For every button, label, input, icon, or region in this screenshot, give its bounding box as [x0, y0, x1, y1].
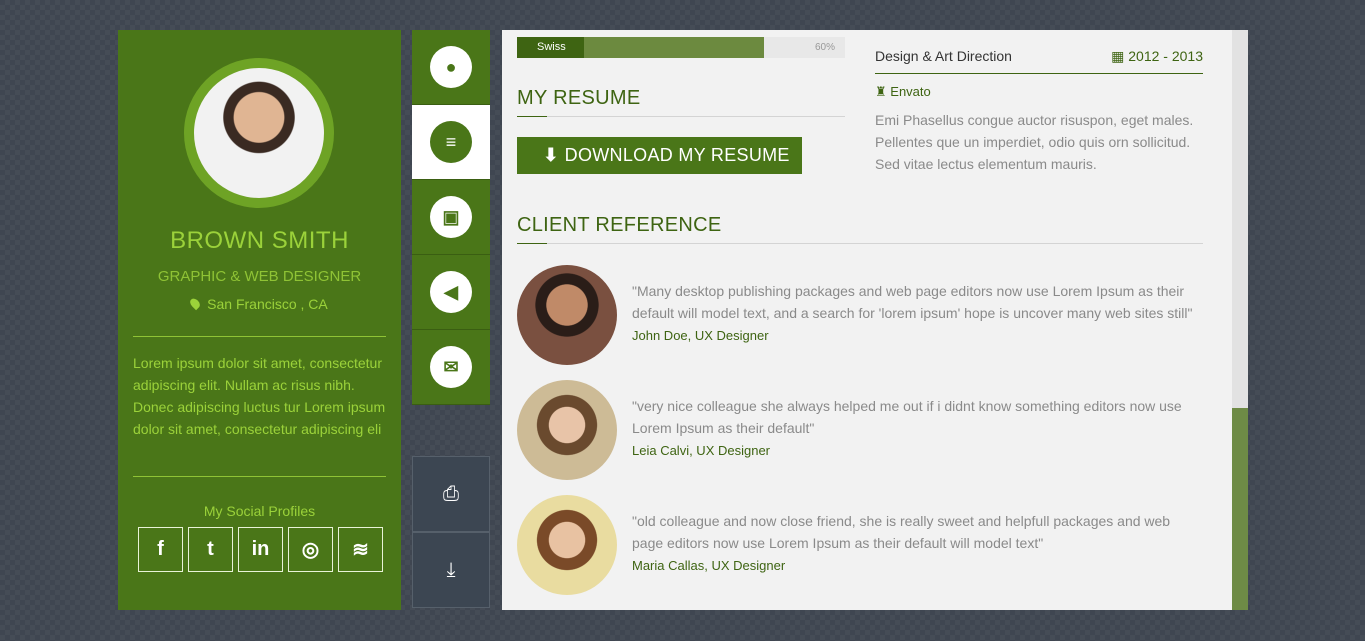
heading-underline — [517, 116, 845, 117]
skill-bar-fill — [584, 37, 764, 58]
reference-author: John Doe, UX Designer — [632, 328, 769, 343]
profile-name: BROWN SMITH — [170, 227, 349, 254]
references-heading: CLIENT REFERENCE — [517, 214, 722, 236]
calendar-icon: ▦ — [1111, 48, 1129, 64]
download-resume-button[interactable]: ⬇ DOWNLOAD MY RESUME — [517, 137, 802, 174]
reference-item: "old colleague and now close friend, she… — [517, 495, 1203, 595]
avatar-ring — [184, 58, 334, 208]
nav-item-profile[interactable]: ● — [412, 30, 490, 105]
experience-dates: ▦ 2012 - 2013 — [1111, 48, 1203, 65]
reference-quote: "old colleague and now close friend, she… — [632, 513, 1171, 551]
location-text: San Francisco , CA — [207, 296, 328, 312]
experience-dates-text: 2012 - 2013 — [1128, 48, 1203, 64]
stack-icon[interactable]: ≋ — [338, 527, 383, 572]
megaphone-icon: ◀ — [430, 271, 472, 313]
dribbble-icon[interactable]: ◎ — [288, 527, 333, 572]
nav-item-contact[interactable]: ✉ — [412, 330, 490, 405]
download-icon: ⬇ — [543, 145, 559, 165]
social-title: My Social Profiles — [203, 503, 316, 519]
resume-panel: Swiss 60% MY RESUME ⬇ DOWNLOAD MY RESUME … — [502, 30, 1232, 610]
trophy-icon: ♜ — [875, 84, 891, 99]
download-icon[interactable]: ⤓ — [412, 532, 490, 608]
experience-company-text: Envato — [890, 84, 931, 99]
map-marker-icon — [188, 296, 202, 311]
heading-underline — [517, 243, 1203, 244]
briefcase-icon: ▣ — [430, 196, 472, 238]
nav-item-blog[interactable]: ◀ — [412, 255, 490, 330]
divider — [133, 476, 386, 477]
profile-role: GRAPHIC & WEB DESIGNER — [157, 268, 362, 285]
reference-author: Leia Calvi, UX Designer — [632, 443, 771, 458]
twitter-icon[interactable]: t — [188, 527, 233, 572]
experience-title: Design & Art Direction — [875, 48, 1012, 64]
experience-description: Emi Phasellus congue auctor risuspon, eg… — [875, 112, 1194, 172]
skill-bar: Swiss 60% — [517, 37, 845, 58]
experience-company: ♜ Envato — [875, 84, 931, 100]
tool-buttons: ⎙ ⤓ — [412, 456, 490, 608]
reference-quote: "Many desktop publishing packages and we… — [632, 283, 1193, 321]
download-resume-label: DOWNLOAD MY RESUME — [564, 145, 790, 165]
nav-item-resume[interactable]: ≡ — [412, 105, 490, 180]
facebook-icon[interactable]: f — [138, 527, 183, 572]
divider — [133, 336, 386, 337]
skill-label: Swiss — [517, 37, 584, 58]
profile-location: San Francisco , CA — [118, 296, 401, 312]
reference-item: "Many desktop publishing packages and we… — [517, 265, 1203, 365]
reference-quote: "very nice colleague she always helped m… — [632, 398, 1182, 436]
linkedin-icon[interactable]: in — [238, 527, 283, 572]
reference-photo — [517, 380, 617, 480]
section-nav: ● ≡ ▣ ◀ ✉ — [412, 30, 490, 405]
print-icon[interactable]: ⎙ — [412, 456, 490, 532]
avatar — [194, 68, 324, 198]
envelope-icon: ✉ — [430, 346, 472, 388]
profile-card: BROWN SMITH GRAPHIC & WEB DESIGNER San F… — [118, 30, 401, 610]
skill-percent: 60% — [814, 42, 835, 53]
nav-item-portfolio[interactable]: ▣ — [412, 180, 490, 255]
resume-icon: ≡ — [430, 121, 472, 163]
reference-photo — [517, 495, 617, 595]
reference-item: "very nice colleague she always helped m… — [517, 380, 1203, 480]
resume-heading: MY RESUME — [517, 87, 641, 109]
scrollbar-thumb[interactable] — [1232, 408, 1248, 610]
experience-underline — [875, 73, 1203, 74]
reference-author: Maria Callas, UX Designer — [632, 558, 786, 573]
profile-about: Lorem ipsum dolor sit amet, consectetur … — [133, 355, 386, 437]
user-icon: ● — [430, 46, 472, 88]
social-links: f t in ◎ ≋ — [138, 527, 383, 572]
reference-photo — [517, 265, 617, 365]
